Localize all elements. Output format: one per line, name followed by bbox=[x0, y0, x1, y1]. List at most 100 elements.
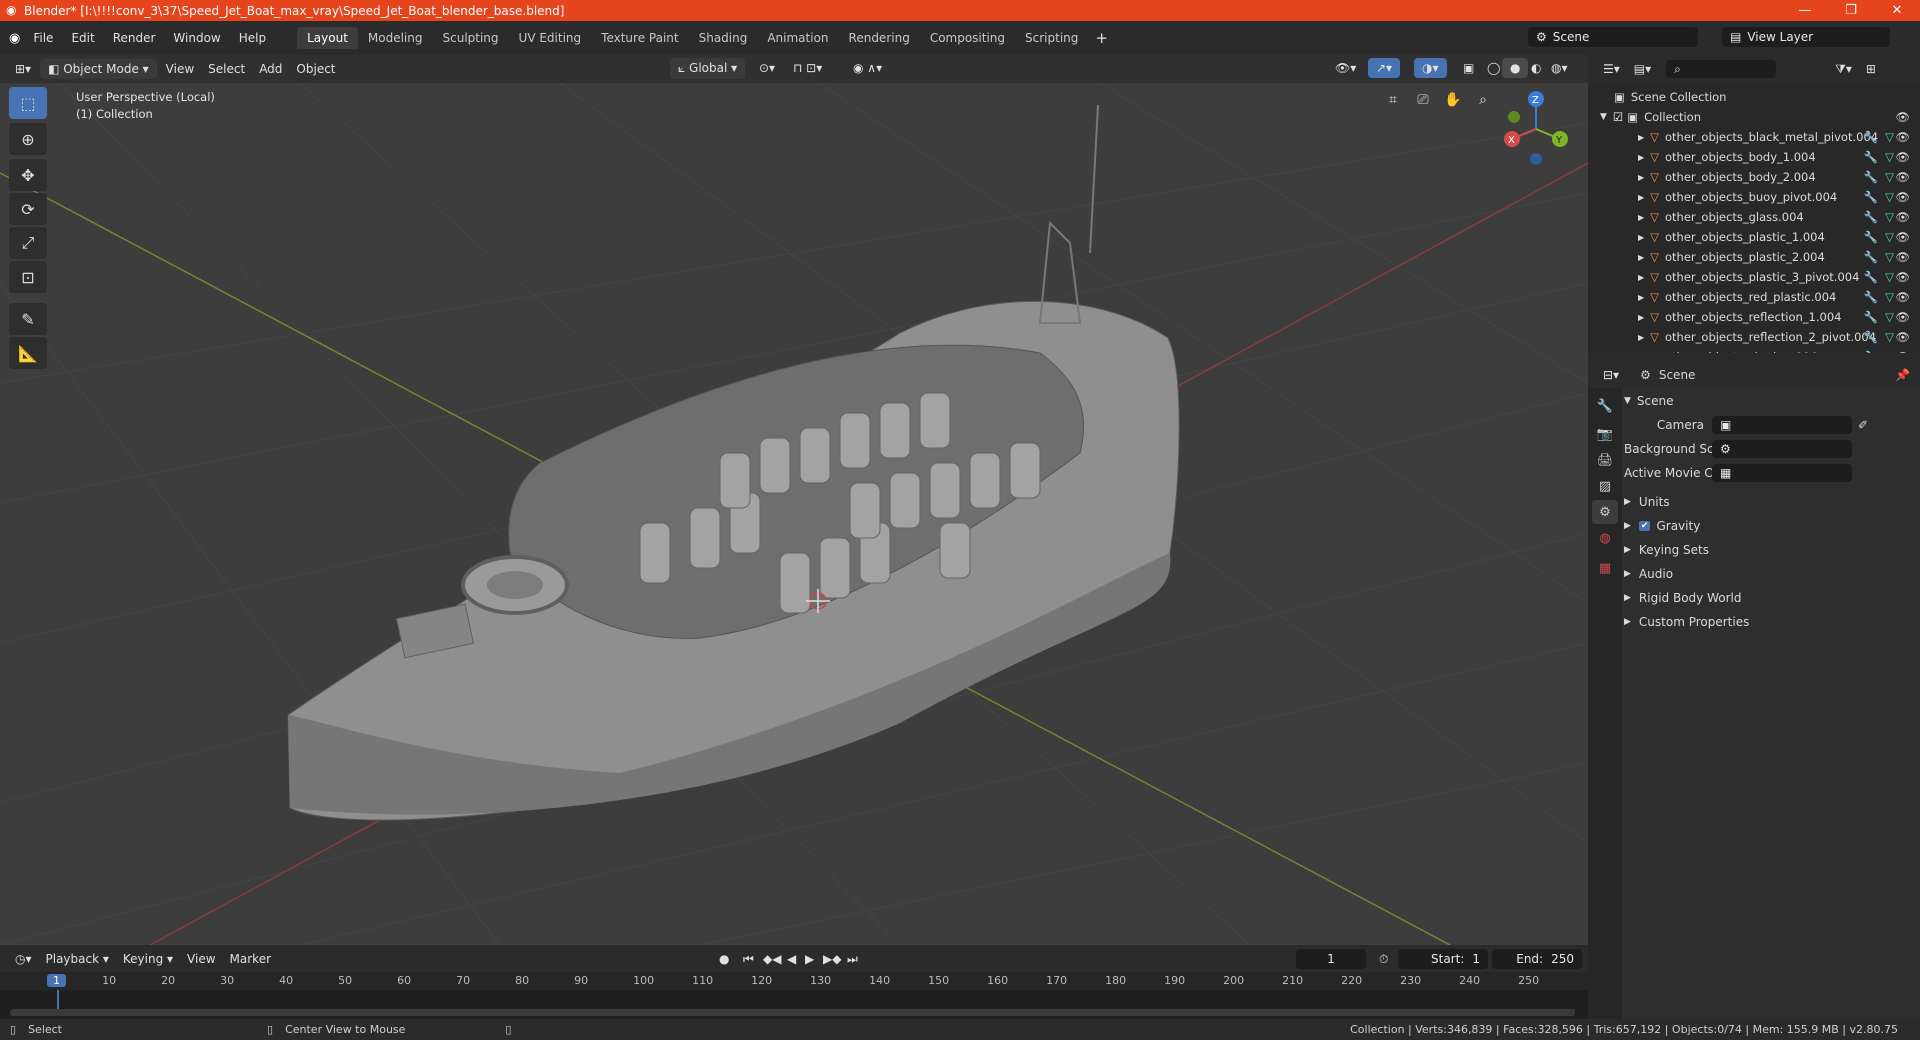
tab-layout[interactable]: Layout bbox=[297, 27, 358, 49]
audio-panel[interactable]: ▶ Audio bbox=[1624, 563, 1914, 585]
menu-object[interactable]: Object bbox=[289, 59, 342, 79]
expand-arrow-icon[interactable]: ▶ bbox=[1638, 333, 1644, 342]
tab-texture-paint[interactable]: Texture Paint bbox=[591, 27, 688, 49]
outliner-object-row[interactable]: ▶ ▽ other_objects_buoy_pivot.004 🔧 ▽ 👁 bbox=[1588, 187, 1920, 207]
eye-icon[interactable]: 👁 bbox=[1895, 330, 1910, 344]
proportional-edit-icon[interactable]: ◉ ∧▾ bbox=[846, 58, 889, 78]
eye-icon[interactable]: 👁 bbox=[1895, 150, 1910, 164]
eye-icon[interactable]: 👁 bbox=[1895, 190, 1910, 204]
eye-icon[interactable]: 👁 bbox=[1895, 130, 1910, 144]
xray-icon[interactable]: ▣ bbox=[1456, 58, 1481, 78]
eye-icon[interactable]: 👁 bbox=[1895, 170, 1910, 184]
pin-icon[interactable]: 📌 bbox=[1895, 368, 1910, 382]
tab-modeling[interactable]: Modeling bbox=[358, 27, 433, 49]
maximize-button[interactable]: ❐ bbox=[1828, 0, 1874, 21]
orientation-dropdown[interactable]: ⟀ Global ▾ bbox=[670, 58, 746, 79]
cursor-tool-icon[interactable]: ⊕ bbox=[9, 123, 47, 155]
outliner-object-row[interactable]: ▶ ▽ other_objects_reflection_1.004 🔧 ▽ 👁 bbox=[1588, 307, 1920, 327]
timeline-scrollbar[interactable] bbox=[10, 1009, 1575, 1016]
tab-uv-editing[interactable]: UV Editing bbox=[509, 27, 592, 49]
tab-scripting[interactable]: Scripting bbox=[1015, 27, 1088, 49]
eye-icon[interactable]: 👁 bbox=[1895, 110, 1910, 124]
3d-viewport[interactable]: User Perspective (Local) (1) Collection … bbox=[0, 83, 1588, 945]
expand-arrow-icon[interactable]: ▶ bbox=[1638, 173, 1644, 182]
tab-animation[interactable]: Animation bbox=[757, 27, 838, 49]
menu-playback[interactable]: Playback ▾ bbox=[39, 949, 116, 969]
scene-selector[interactable]: ⚙ Scene bbox=[1528, 27, 1698, 47]
start-frame-field[interactable]: Start: 1 bbox=[1398, 949, 1488, 969]
outliner-object-row[interactable]: ▶ ▽ other_objects_glass.004 🔧 ▽ 👁 bbox=[1588, 207, 1920, 227]
current-frame-field[interactable]: 1 bbox=[1296, 949, 1366, 969]
view-layer-selector[interactable]: ▤ View Layer bbox=[1722, 27, 1890, 47]
menu-timeline-view[interactable]: View bbox=[180, 949, 222, 969]
outliner-object-row[interactable]: ▶ ▽ other_objects_body_1.004 🔧 ▽ 👁 bbox=[1588, 147, 1920, 167]
pivot-icon[interactable]: ⊙▾ bbox=[752, 58, 782, 78]
filter-icon[interactable]: ⧩▾ bbox=[1828, 59, 1859, 80]
rigid-body-world-panel[interactable]: ▶ Rigid Body World bbox=[1624, 587, 1914, 609]
tab-sculpting[interactable]: Sculpting bbox=[433, 27, 509, 49]
expand-arrow-icon[interactable]: ▶ bbox=[1638, 133, 1644, 142]
outliner-object-row[interactable]: ▶ ▽ other_objects_plastic_3_pivot.004 🔧 ▽ 👁 bbox=[1588, 267, 1920, 287]
menu-edit[interactable]: Edit bbox=[62, 31, 103, 45]
end-frame-field[interactable]: End: 250 bbox=[1492, 949, 1582, 969]
eye-icon[interactable]: 👁 bbox=[1895, 210, 1910, 224]
new-collection-icon[interactable]: ⊞ bbox=[1859, 59, 1883, 79]
menu-file[interactable]: File bbox=[24, 31, 62, 45]
scene-collection-row[interactable]: ▣ Scene Collection bbox=[1588, 87, 1920, 107]
outliner-editor-icon[interactable]: ☰▾ bbox=[1596, 59, 1627, 79]
snap-icon[interactable]: ⊓ ⊡▾ bbox=[786, 58, 829, 78]
mode-dropdown[interactable]: ◧ Object Mode ▾ bbox=[40, 59, 157, 79]
menu-add[interactable]: Add bbox=[252, 59, 289, 79]
render-tab-icon[interactable]: 📷 bbox=[1592, 422, 1618, 446]
custom-properties-panel[interactable]: ▶ Custom Properties bbox=[1624, 611, 1914, 633]
transform-tool-icon[interactable]: ⊡ bbox=[9, 261, 47, 293]
menu-marker[interactable]: Marker bbox=[223, 949, 278, 969]
annotate-tool-icon[interactable]: ✎ bbox=[9, 303, 47, 335]
camera-view-icon[interactable]: ⎚ bbox=[1408, 85, 1438, 115]
checkbox-icon[interactable]: ☑ bbox=[1613, 110, 1623, 124]
outliner-object-row[interactable]: ▶ ▽ other_objects_reflection_2_pivot.004 🔧 ▽… bbox=[1588, 327, 1920, 347]
expand-arrow-icon[interactable]: ▼ bbox=[1600, 112, 1607, 122]
measure-tool-icon[interactable]: 📐 bbox=[9, 337, 47, 369]
timeline-track[interactable]: 1 10 20 30 40 50 60 70 80 90 100 110 120 130 140 150 160… bbox=[0, 972, 1588, 1019]
view-layer-tab-icon[interactable]: ▨ bbox=[1592, 474, 1618, 498]
menu-view[interactable]: View bbox=[159, 59, 201, 79]
display-mode-icon[interactable]: ▤▾ bbox=[1627, 59, 1658, 79]
expand-arrow-icon[interactable]: ▶ bbox=[1638, 273, 1644, 282]
tab-shading[interactable]: Shading bbox=[689, 27, 758, 49]
collection-row[interactable]: ▼ ☑ ▣ Collection 👁 bbox=[1588, 107, 1920, 127]
record-icon[interactable]: ● bbox=[712, 949, 736, 969]
jump-end-icon[interactable]: ⏭ bbox=[840, 949, 865, 970]
output-tab-icon[interactable]: 🖨 bbox=[1592, 448, 1618, 472]
overlay-toggle-icon[interactable]: ◑▾ bbox=[1414, 58, 1447, 78]
eye-icon[interactable]: 👁 bbox=[1895, 230, 1910, 244]
units-panel[interactable]: ▶ Units bbox=[1624, 491, 1914, 513]
world-tab-icon[interactable]: ◍ bbox=[1592, 526, 1618, 550]
menu-render[interactable]: Render bbox=[104, 31, 165, 45]
timeline-editor-icon[interactable]: ◷▾ bbox=[8, 949, 39, 969]
properties-editor-icon[interactable]: ⊟▾ bbox=[1596, 365, 1626, 385]
outliner-object-row[interactable]: ▶ ▽ other_objects_plastic_1.004 🔧 ▽ 👁 bbox=[1588, 227, 1920, 247]
expand-arrow-icon[interactable]: ▶ bbox=[1638, 193, 1644, 202]
scene-panel-header[interactable]: ▼ Scene bbox=[1624, 390, 1914, 412]
move-tool-icon[interactable]: ✥ bbox=[9, 159, 47, 191]
keying-sets-panel[interactable]: ▶ Keying Sets bbox=[1624, 539, 1914, 561]
blender-menu-icon[interactable]: ◉ bbox=[9, 31, 20, 46]
tab-rendering[interactable]: Rendering bbox=[839, 27, 920, 49]
outliner-object-row[interactable]: ▶ ▽ other_objects_body_2.004 🔧 ▽ 👁 bbox=[1588, 167, 1920, 187]
zoom-icon[interactable]: ⌕ bbox=[1468, 85, 1498, 115]
outliner-object-row[interactable]: ▶ ▽ other_objects_plastic_2.004 🔧 ▽ 👁 bbox=[1588, 247, 1920, 267]
rendered-shading-icon[interactable]: ◍▾ bbox=[1544, 58, 1575, 78]
tool-tab-icon[interactable]: 🔧 bbox=[1592, 394, 1618, 418]
tab-compositing[interactable]: Compositing bbox=[920, 27, 1015, 49]
close-button[interactable]: ✕ bbox=[1874, 0, 1920, 21]
gizmo-toggle-icon[interactable]: ↗▾ bbox=[1368, 58, 1401, 78]
select-box-tool-icon[interactable]: ⬚ bbox=[9, 87, 47, 119]
pan-hand-icon[interactable]: ✋ bbox=[1438, 85, 1468, 115]
eyedropper-icon[interactable]: ✐ bbox=[1858, 418, 1868, 432]
outliner-object-row[interactable]: ▶ ▽ other_objects_black_metal_pivot.004 🔧 ▽ 👁 bbox=[1588, 127, 1920, 147]
expand-arrow-icon[interactable]: ▶ bbox=[1638, 233, 1644, 242]
navigation-gizmo[interactable]: Z X Y bbox=[1500, 89, 1574, 169]
menu-select[interactable]: Select bbox=[201, 59, 252, 79]
expand-arrow-icon[interactable]: ▶ bbox=[1638, 293, 1644, 302]
